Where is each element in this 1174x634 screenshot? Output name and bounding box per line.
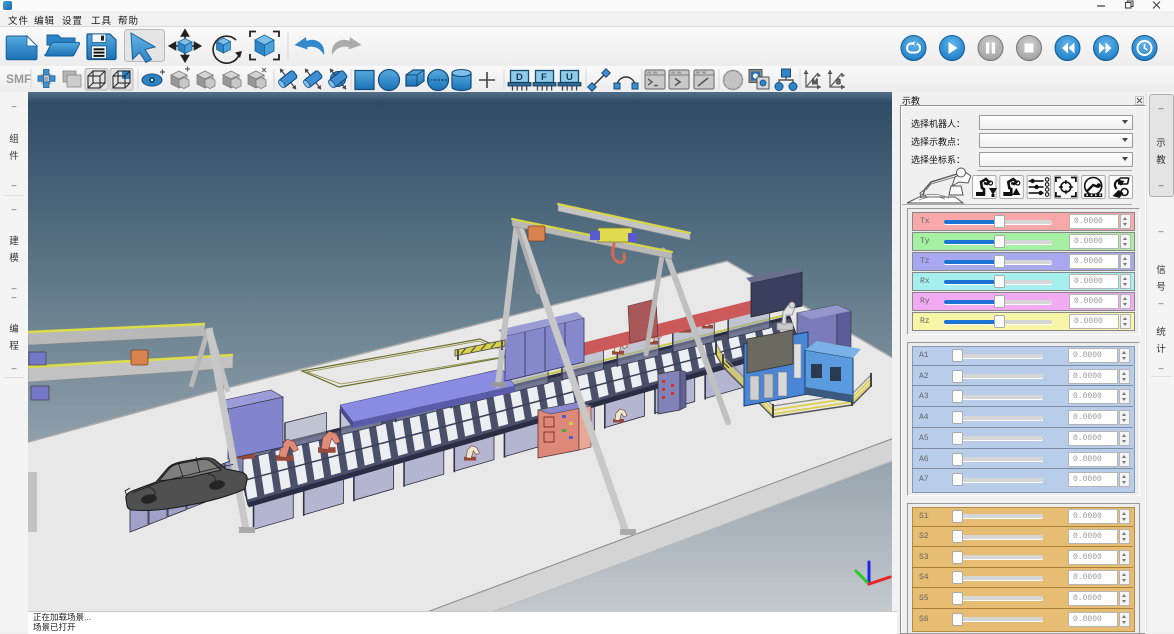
svg-text:S: S [836, 79, 841, 86]
svg-text:M: M [812, 79, 818, 86]
svg-text:D: D [516, 72, 523, 83]
svg-text:U: U [566, 72, 573, 83]
svg-text:SMF: SMF [6, 72, 31, 86]
svg-text:F: F [541, 72, 547, 83]
